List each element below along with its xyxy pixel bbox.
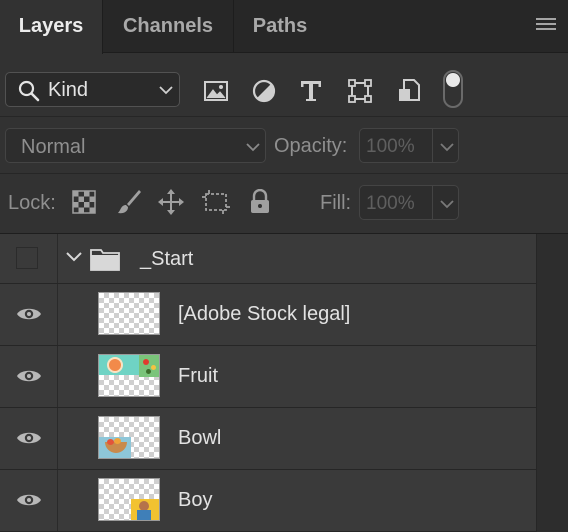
- filter-row: Kind: [0, 53, 568, 117]
- adjustment-filter-icon[interactable]: [251, 78, 277, 104]
- layer-thumbnail-fruit: [98, 354, 160, 397]
- visibility-empty-box[interactable]: [16, 247, 38, 269]
- layer-name: Boy: [178, 489, 213, 511]
- folder-icon: [90, 249, 120, 271]
- chevron-down-icon: [159, 86, 173, 95]
- lock-row: Lock: Fill: 100%: [0, 174, 568, 234]
- layers-list: _Start [Adobe Stock legal] Fruit Bowl Bo…: [0, 234, 568, 532]
- layer-name: [Adobe Stock legal]: [178, 303, 351, 325]
- layer-name: Bowl: [178, 427, 222, 449]
- layer-row[interactable]: Bowl: [0, 408, 536, 470]
- layer-visibility-toggle[interactable]: [0, 346, 58, 407]
- eye-icon[interactable]: [16, 429, 42, 447]
- blend-mode-select[interactable]: Normal: [5, 128, 266, 163]
- chevron-down-icon[interactable]: [66, 252, 82, 262]
- shape-filter-icon[interactable]: [347, 78, 373, 104]
- chevron-down-icon: [246, 143, 260, 152]
- filter-kind-label: Kind: [48, 79, 89, 101]
- lock-label: Lock:: [8, 192, 56, 214]
- layer-row[interactable]: Boy: [0, 470, 536, 532]
- image-filter-icon[interactable]: [203, 78, 229, 104]
- lock-position-icon[interactable]: [157, 188, 185, 216]
- eye-icon[interactable]: [16, 491, 42, 509]
- tab-paths[interactable]: Paths: [234, 0, 326, 53]
- eye-icon[interactable]: [16, 305, 42, 323]
- type-filter-icon[interactable]: [298, 78, 324, 104]
- tab-layers[interactable]: Layers: [0, 0, 103, 54]
- lock-image-pixels-icon[interactable]: [115, 188, 143, 216]
- chevron-down-icon[interactable]: [440, 200, 454, 209]
- layer-group-row[interactable]: _Start: [0, 234, 536, 284]
- layer-visibility-toggle[interactable]: [0, 234, 58, 283]
- layer-visibility-toggle[interactable]: [0, 408, 58, 469]
- lock-transparent-pixels-icon[interactable]: [72, 190, 96, 214]
- lock-artboard-icon[interactable]: [201, 188, 231, 216]
- opacity-field[interactable]: 100%: [359, 128, 459, 163]
- eye-icon[interactable]: [16, 367, 42, 385]
- layer-visibility-toggle[interactable]: [0, 470, 58, 531]
- layer-group-name: _Start: [140, 248, 194, 270]
- panel-menu-icon[interactable]: [536, 18, 556, 32]
- blend-mode-value: Normal: [21, 136, 86, 158]
- filter-toggle-switch[interactable]: [443, 70, 463, 108]
- smart-object-filter-icon[interactable]: [396, 78, 422, 104]
- blend-row: Normal Opacity: 100%: [0, 117, 568, 174]
- layer-row[interactable]: Fruit: [0, 346, 536, 408]
- lock-all-icon[interactable]: [249, 189, 271, 215]
- fill-field[interactable]: 100%: [359, 185, 459, 220]
- layer-name: Fruit: [178, 365, 218, 387]
- panel-tab-bar: Layers Channels Paths: [0, 0, 568, 54]
- filter-kind-select[interactable]: Kind: [5, 72, 180, 107]
- layer-thumbnail-bowl: [98, 416, 160, 459]
- layers-scrollbar[interactable]: [536, 234, 568, 532]
- layer-thumbnail-boy: [98, 478, 160, 521]
- fill-label: Fill:: [320, 192, 352, 214]
- opacity-label: Opacity:: [274, 135, 348, 157]
- fill-value: 100%: [366, 193, 415, 214]
- layer-row[interactable]: [Adobe Stock legal]: [0, 284, 536, 346]
- search-icon: [18, 80, 40, 102]
- tab-channels[interactable]: Channels: [103, 0, 234, 53]
- chevron-down-icon[interactable]: [440, 143, 454, 152]
- layer-thumbnail: [98, 292, 160, 335]
- layer-visibility-toggle[interactable]: [0, 284, 58, 345]
- opacity-value: 100%: [366, 136, 415, 157]
